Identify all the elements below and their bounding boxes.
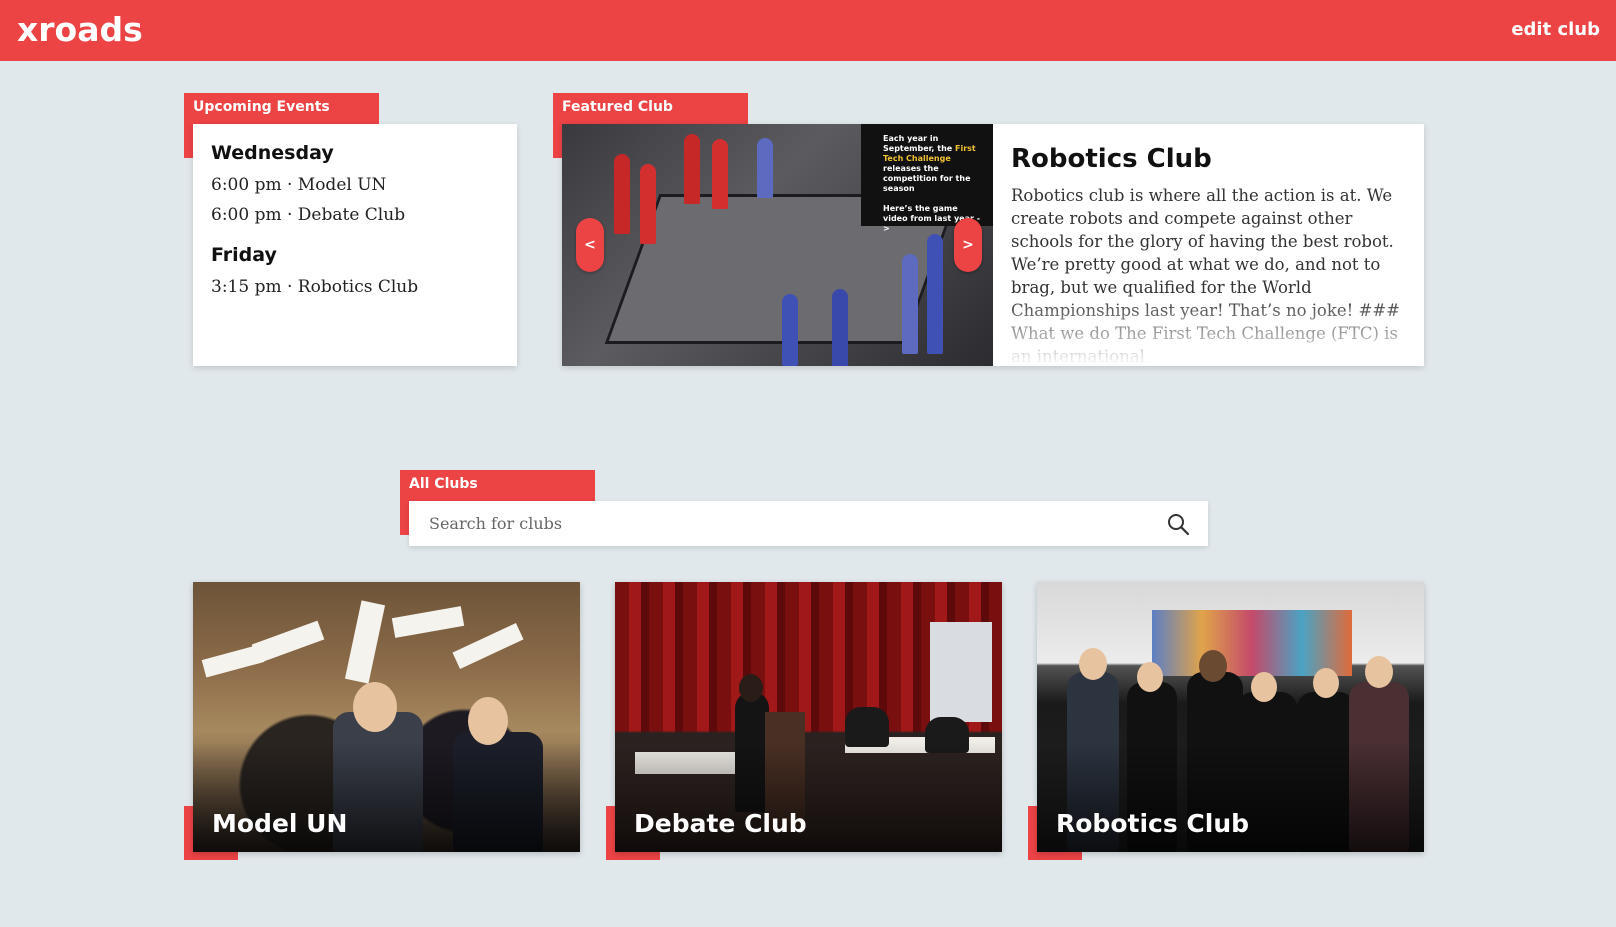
club-card-debate-club[interactable]: Debate Club — [615, 582, 1002, 852]
club-card-name: Robotics Club — [1056, 809, 1250, 838]
featured-club-title[interactable]: Robotics Club — [1011, 144, 1406, 174]
club-card-name: Debate Club — [634, 809, 807, 838]
banner — [930, 622, 992, 722]
top-bar: xroads edit club — [0, 0, 1616, 61]
upcoming-events-card: Wednesday 6:00 pm · Model UN 6:00 pm · D… — [193, 124, 517, 366]
edit-club-link[interactable]: edit club — [1511, 19, 1600, 40]
caption-text: releases the competition for the season — [883, 164, 971, 193]
figure — [1313, 668, 1339, 698]
club-card-model-un[interactable]: Model UN — [193, 582, 580, 852]
figure — [640, 164, 656, 244]
club-search-box — [409, 501, 1208, 546]
featured-club-image: Each year in September, the First Tech C… — [562, 124, 993, 366]
figure — [757, 138, 773, 198]
placard — [391, 606, 465, 638]
figure — [353, 682, 397, 732]
figure — [927, 234, 943, 354]
figure — [712, 139, 728, 209]
placard — [452, 623, 524, 669]
figure — [614, 154, 630, 234]
event-day: Friday — [211, 244, 277, 266]
figure — [832, 289, 848, 366]
featured-club-text: Robotics Club Robotics club is where all… — [993, 124, 1424, 366]
chevron-left-icon: < — [584, 237, 596, 253]
placard — [344, 600, 386, 684]
event-day: Wednesday — [211, 142, 334, 164]
text-fade — [993, 296, 1424, 366]
figure — [468, 697, 508, 745]
logo[interactable]: xroads — [17, 10, 143, 49]
figure — [739, 674, 763, 702]
chevron-right-icon: > — [962, 237, 974, 253]
event-item[interactable]: 6:00 pm · Model UN — [211, 170, 499, 200]
club-card-name: Model UN — [212, 809, 348, 838]
club-card-robotics-club[interactable]: Robotics Club — [1037, 582, 1424, 852]
figure — [902, 254, 918, 354]
figure — [845, 707, 889, 747]
figure — [1365, 656, 1393, 688]
figure — [684, 134, 700, 204]
placard — [251, 620, 325, 664]
figure — [1079, 648, 1107, 680]
caption-text: Each year in September, the — [883, 134, 953, 153]
image-caption-box: Each year in September, the First Tech C… — [861, 124, 993, 233]
figure — [1251, 672, 1277, 702]
event-item[interactable]: 6:00 pm · Debate Club — [211, 200, 499, 230]
search-input[interactable] — [409, 501, 1149, 546]
carousel-prev-button[interactable]: < — [576, 218, 604, 272]
figure — [1137, 662, 1163, 692]
carousel-next-button[interactable]: > — [954, 218, 982, 272]
event-item[interactable]: 3:15 pm · Robotics Club — [211, 272, 499, 302]
featured-club-card: Each year in September, the First Tech C… — [562, 124, 1424, 366]
poster — [1152, 610, 1352, 676]
figure — [782, 294, 798, 366]
figure — [1199, 650, 1227, 682]
search-icon[interactable] — [1166, 512, 1190, 536]
